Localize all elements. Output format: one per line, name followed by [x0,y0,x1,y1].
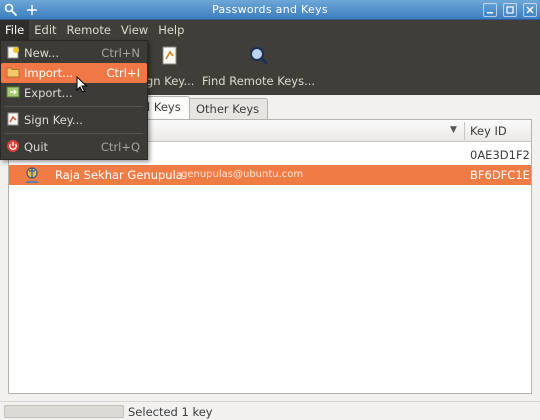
sign-key-label: gn Key... [146,74,195,88]
menu-item-import[interactable]: Import... Ctrl+I [1,63,147,83]
new-key-icon [6,45,20,59]
menu-item-shortcut: Ctrl+I [106,66,141,80]
menu-item-label: Sign Key... [24,113,83,127]
mouse-cursor-icon [76,75,88,96]
column-separator [464,122,465,140]
menu-item-shortcut: Ctrl+N [101,46,140,60]
menu-item-quit[interactable]: Quit Ctrl+Q [1,137,147,157]
progress-bar [4,405,124,418]
sort-arrow-icon[interactable]: ▼ [450,125,457,135]
find-remote-keys-label: Find Remote Keys... [202,74,316,88]
menu-item-sign-key[interactable]: Sign Key... [1,110,147,130]
personal-key-icon [23,167,41,186]
status-bar: Selected 1 key [0,401,540,420]
menu-item-label: Quit [24,140,49,154]
table-row-selected[interactable]: Raja Sekhar Genupula genupulas@ubuntu.co… [9,165,531,185]
export-icon [6,85,20,99]
menu-item-label: Import... [24,66,74,80]
magnifier-icon [248,44,270,68]
quit-icon [6,139,20,153]
key-id: BF6DFC1E [470,168,530,182]
folder-import-icon [6,65,20,79]
menu-view[interactable]: View [116,20,153,40]
tab-other-keys[interactable]: Other Keys [187,98,269,119]
menu-help[interactable]: Help [153,20,189,40]
file-menu-dropdown: New... Ctrl+N Import... Ctrl+I Export...… [0,40,148,160]
title-bar: Passwords and Keys [0,0,540,20]
sign-key-icon [6,112,20,126]
sign-key-icon [162,44,178,68]
menu-item-label: New... [24,46,59,60]
menu-separator [5,133,143,134]
menu-separator [5,106,143,107]
menu-item-export[interactable]: Export... [1,83,147,103]
key-list[interactable]: ▼ Key ID 0AE3D1F2 Raja Sekhar Genupula g… [8,119,532,394]
minimize-button[interactable] [483,3,497,17]
find-remote-keys-tool-button[interactable]: Find Remote Keys... [202,44,315,88]
maximize-button[interactable] [503,3,517,17]
menu-edit[interactable]: Edit [29,20,61,40]
menu-file[interactable]: File [0,20,30,40]
key-email: genupulas@ubuntu.com [181,169,304,180]
close-button[interactable] [523,3,537,17]
window-title: Passwords and Keys [212,3,328,16]
key-id: 0AE3D1F2 [470,148,530,162]
menu-remote[interactable]: Remote [62,20,116,40]
menu-item-label: Export... [24,86,73,100]
menu-item-shortcut: Ctrl+Q [100,140,140,154]
menu-item-new[interactable]: New... Ctrl+N [1,43,147,63]
sign-key-tool-button[interactable]: gn Key... [146,44,194,88]
key-name: Raja Sekhar Genupula [55,168,183,182]
status-text: Selected 1 key [128,405,213,419]
key-id-column-header[interactable]: Key ID [470,124,507,138]
menubar: File Edit Remote View Help [0,20,189,40]
